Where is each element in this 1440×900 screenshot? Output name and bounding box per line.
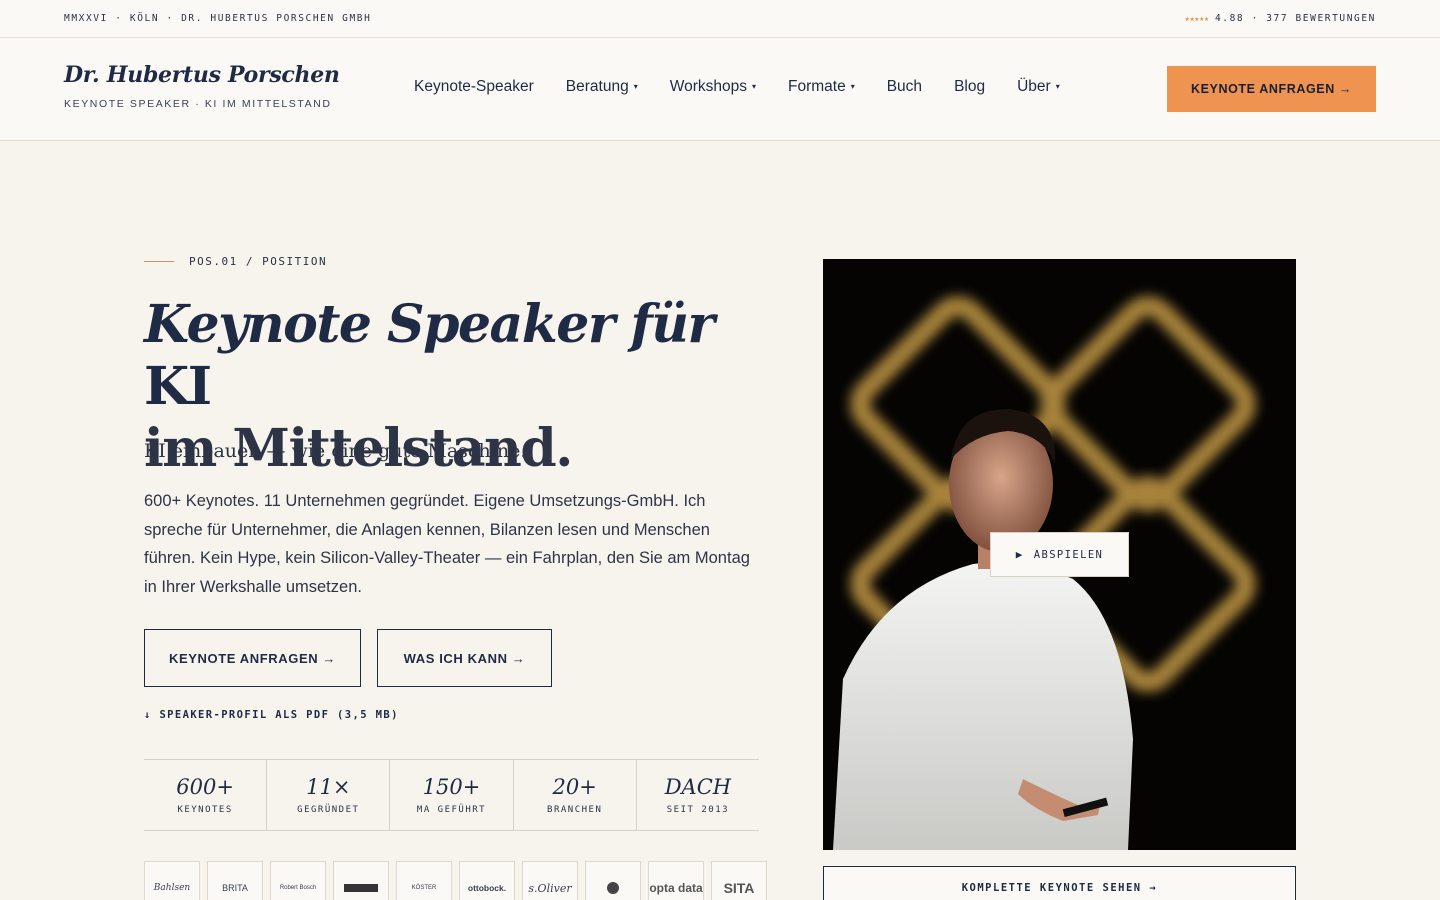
stat-label: MA GEFÜHRT	[416, 805, 487, 815]
eyebrow-divider	[144, 261, 174, 262]
keynote-request-secondary-button[interactable]: KEYNOTE ANFRAGEN →	[144, 629, 361, 687]
stat-item: 150+ MA GEFÜHRT	[390, 760, 514, 830]
capabilities-button[interactable]: WAS ICH KANN →	[377, 629, 552, 687]
stat-value: 150+	[422, 775, 481, 799]
main-nav: Keynote-Speaker Beratung ▾ Workshops ▾ For…	[414, 78, 1092, 96]
logo-mark-icon	[607, 882, 619, 894]
nav-item-blog[interactable]: Blog	[954, 78, 985, 96]
client-logo-optadata: opta data	[648, 861, 704, 900]
stat-item: 20+ BRANCHEN	[514, 760, 637, 830]
stat-item: DACH SEIT 2013	[637, 760, 759, 830]
full-keynote-button[interactable]: KOMPLETTE KEYNOTE SEHEN →	[823, 866, 1296, 900]
nav-item-label: Keynote-Speaker	[414, 78, 534, 95]
client-logo-koester: KÖSTER	[396, 861, 452, 900]
site-header: Dr. Hubertus Porschen KEYNOTE SPEAKER · …	[0, 38, 1440, 141]
brand-tagline: KEYNOTE SPEAKER · KI IM MITTELSTAND	[64, 98, 332, 110]
stats-row: 600+ KEYNOTES 11× GEGRÜNDET 150+ MA GEFÜ…	[144, 759, 759, 831]
nav-item-formate[interactable]: Formate ▾	[788, 78, 855, 96]
nav-item-keynote-speaker[interactable]: Keynote-Speaker	[414, 78, 534, 96]
chevron-down-icon: ▾	[1055, 82, 1060, 92]
stat-item: 600+ KEYNOTES	[144, 760, 268, 830]
chevron-down-icon: ▾	[850, 82, 855, 92]
rating-text: 4.88 · 377 BEWERTUNGEN	[1214, 13, 1376, 24]
client-logo-soliver: s.Oliver	[522, 861, 578, 900]
chevron-down-icon: ▾	[751, 82, 756, 92]
logo-mark-icon	[344, 884, 378, 892]
nav-item-buch[interactable]: Buch	[887, 78, 922, 96]
play-button[interactable]: ▶ ABSPIELEN	[990, 532, 1129, 577]
nav-item-label: Blog	[954, 78, 986, 95]
stat-label: KEYNOTES	[177, 805, 233, 815]
client-logo-unknown-2	[585, 861, 641, 900]
nav-item-label: Buch	[886, 78, 923, 95]
client-logos: Bahlsen BRITA Robert Bosch KÖSTER ottobo…	[144, 861, 767, 900]
rating-stars-icon: ★★★★★	[1184, 14, 1209, 23]
play-icon: ▶	[1015, 548, 1024, 561]
nav-item-label: Über	[1017, 78, 1051, 95]
hero-tagline: KI einbauen — wie eine gute Maschine.	[144, 440, 527, 462]
nav-item-workshops[interactable]: Workshops ▾	[670, 78, 756, 96]
play-label: ABSPIELEN	[1033, 548, 1104, 561]
stat-value: 20+	[552, 775, 597, 799]
stat-value: 600+	[176, 775, 234, 799]
company-meta: MMXXVI · KÖLN · DR. HUBERTUS PORSCHEN GM…	[64, 13, 372, 24]
top-bar: MMXXVI · KÖLN · DR. HUBERTUS PORSCHEN GM…	[0, 0, 1440, 38]
hero-lead: 600+ Keynotes. 11 Unternehmen gegründet.…	[144, 492, 750, 596]
nav-item-ueber[interactable]: Über ▾	[1017, 78, 1060, 96]
client-logo-brita: BRITA	[207, 861, 263, 900]
stat-value: DACH	[664, 775, 732, 799]
headline-emphasis: Keynote Speaker für	[144, 294, 715, 355]
client-logo-bahlsen: Bahlsen	[144, 861, 200, 900]
nav-item-label: Formate	[787, 78, 846, 95]
headline-rest: KI	[144, 356, 212, 417]
eyebrow-text: POS.01 / POSITION	[189, 255, 328, 268]
pdf-download-link[interactable]: ↓ SPEAKER-PROFIL ALS PDF (3,5 MB)	[144, 709, 399, 721]
rating: ★★★★★ 4.88 · 377 BEWERTUNGEN	[1185, 13, 1376, 24]
client-logo-bosch: Robert Bosch	[270, 861, 326, 900]
stat-label: GEGRÜNDET	[297, 805, 360, 815]
client-logo-unknown	[333, 861, 389, 900]
brand-name[interactable]: Dr. Hubertus Porschen	[64, 62, 340, 88]
nav-item-label: Workshops	[669, 78, 747, 95]
keynote-request-button[interactable]: KEYNOTE ANFRAGEN →	[1167, 66, 1376, 112]
client-logo-sita: SITA	[711, 861, 767, 900]
chevron-down-icon: ▾	[633, 82, 638, 92]
client-logo-ottobock: ottobock.	[459, 861, 515, 900]
stat-value: 11×	[306, 775, 351, 799]
nav-item-label: Beratung	[565, 78, 629, 95]
stat-item: 11× GEGRÜNDET	[267, 760, 391, 830]
section-eyebrow: POS.01 / POSITION	[144, 255, 327, 268]
nav-item-beratung[interactable]: Beratung ▾	[566, 78, 638, 96]
stat-label: BRANCHEN	[547, 805, 603, 815]
stat-label: SEIT 2013	[666, 805, 730, 815]
